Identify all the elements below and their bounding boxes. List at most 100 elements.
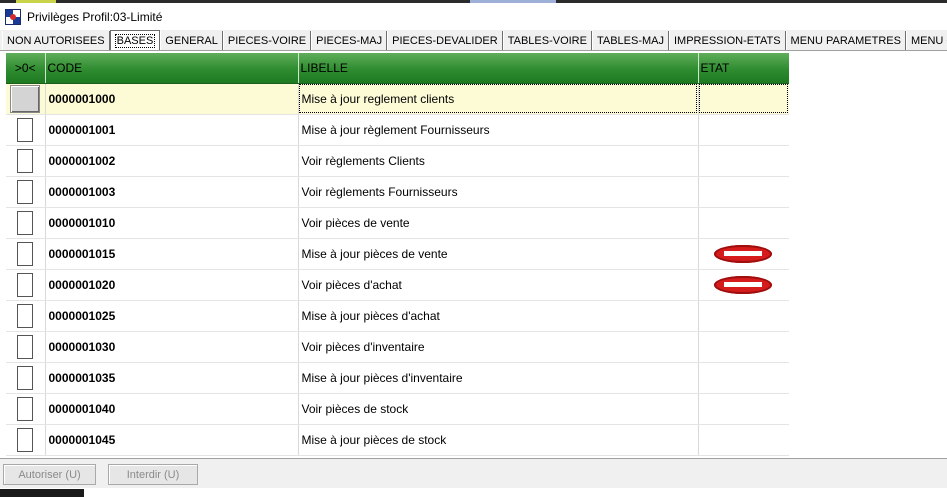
row-checkbox[interactable] [17, 303, 34, 328]
column-header-libelle[interactable]: LIBELLE [298, 53, 699, 84]
tab-label: IMPRESSION-ETATS [674, 34, 781, 47]
row-checkbox[interactable] [17, 210, 34, 235]
row-select-cell[interactable] [6, 176, 46, 208]
tab-label: MENU OUTILS [910, 34, 947, 47]
no-entry-icon [713, 275, 772, 294]
row-select-cell[interactable] [6, 238, 46, 270]
table-row[interactable]: 0000001030 Voir pièces d'inventaire [6, 331, 790, 363]
row-checkbox[interactable] [17, 272, 34, 297]
row-checkbox[interactable] [17, 334, 34, 359]
row-select-cell[interactable] [6, 424, 46, 456]
etat-cell[interactable] [698, 83, 790, 115]
row-select-cell[interactable] [6, 300, 46, 332]
row-select-cell[interactable] [6, 83, 46, 115]
libelle-cell[interactable]: Voir pièces d'inventaire [298, 331, 699, 363]
tab-menu-outils[interactable]: MENU OUTILS [905, 31, 947, 50]
tab-menu-parametres[interactable]: MENU PARAMETRES [785, 31, 906, 50]
table-row[interactable]: 0000001010 Voir pièces de vente [6, 207, 790, 239]
libelle-cell[interactable]: Voir pièces de vente [298, 207, 699, 239]
row-checkbox[interactable] [17, 148, 34, 173]
code-cell[interactable]: 0000001025 [45, 300, 299, 332]
libelle-cell[interactable]: Voir pièces d'achat [298, 269, 699, 301]
table-row[interactable]: 0000001000 Mise à jour reglement clients [6, 83, 790, 115]
libelle-cell[interactable]: Voir règlements Clients [298, 145, 699, 177]
tab-non-autorisees[interactable]: NON AUTORISEES [2, 31, 110, 50]
tab-pieces-devalider[interactable]: PIECES-DEVALIDER [387, 31, 503, 50]
row-select-cell[interactable] [6, 331, 46, 363]
tab-tables-maj[interactable]: TABLES-MAJ [591, 31, 669, 50]
code-cell[interactable]: 0000001035 [45, 362, 299, 394]
tab-pieces-voire[interactable]: PIECES-VOIRE [222, 31, 312, 50]
etat-cell[interactable] [698, 393, 790, 425]
code-cell[interactable]: 0000001040 [45, 393, 299, 425]
etat-cell[interactable] [698, 331, 790, 363]
table-row[interactable]: 0000001040 Voir pièces de stock [6, 393, 790, 425]
column-header-code[interactable]: CODE [45, 53, 299, 84]
row-select-cell[interactable] [6, 145, 46, 177]
libelle-cell[interactable]: Mise à jour règlement Fournisseurs [298, 114, 699, 146]
table-row[interactable]: 0000001003 Voir règlements Fournisseurs [6, 176, 790, 208]
etat-cell[interactable] [698, 145, 790, 177]
row-checkbox[interactable] [17, 396, 34, 421]
row-checkbox[interactable] [17, 241, 34, 266]
table-row[interactable]: 0000001015 Mise à jour pièces de vente [6, 238, 790, 270]
bottom-strip-dark [0, 489, 84, 497]
row-checkbox[interactable] [17, 117, 34, 142]
tab-tables-voire[interactable]: TABLES-VOIRE [502, 31, 592, 50]
tab-label: PIECES-MAJ [316, 34, 383, 47]
row-checkbox[interactable] [17, 427, 34, 452]
tab-pieces-maj[interactable]: PIECES-MAJ [311, 31, 388, 50]
row-select-cell[interactable] [6, 362, 46, 394]
code-cell[interactable]: 0000001003 [45, 176, 299, 208]
tab-label: TABLES-MAJ [596, 34, 664, 47]
code-cell[interactable]: 0000001045 [45, 424, 299, 456]
table-row[interactable]: 0000001001 Mise à jour règlement Fourniss… [6, 114, 790, 146]
libelle-cell[interactable]: Voir pièces de stock [298, 393, 699, 425]
tab-label: PIECES-VOIRE [227, 34, 307, 47]
code-cell[interactable]: 0000001030 [45, 331, 299, 363]
tab-bases[interactable]: BASES [109, 30, 161, 50]
forbid-button[interactable]: Interdir (U) [108, 464, 198, 485]
code-cell[interactable]: 0000001010 [45, 207, 299, 239]
code-cell[interactable]: 0000001001 [45, 114, 299, 146]
table-row[interactable]: 0000001045 Mise à jour pièces de stock [6, 424, 790, 456]
tab-general[interactable]: GENERAL [160, 31, 223, 50]
table-row[interactable]: 0000001025 Mise à jour pièces d'achat [6, 300, 790, 332]
row-select-cell[interactable] [6, 207, 46, 239]
code-cell[interactable]: 0000001002 [45, 145, 299, 177]
tab-label: GENERAL [165, 34, 218, 47]
column-header-etat[interactable]: ETAT [698, 53, 790, 84]
etat-cell[interactable] [698, 238, 790, 270]
row-select-cell[interactable] [6, 393, 46, 425]
authorize-button[interactable]: Autoriser (U) [3, 464, 96, 485]
tab-impression-etats[interactable]: IMPRESSION-ETATS [669, 31, 786, 50]
etat-cell[interactable] [698, 300, 790, 332]
table-row[interactable]: 0000001002 Voir règlements Clients [6, 145, 790, 177]
table-row[interactable]: 0000001035 Mise à jour pièces d'inventair… [6, 362, 790, 394]
etat-cell[interactable] [698, 269, 790, 301]
code-cell[interactable]: 0000001015 [45, 238, 299, 270]
row-checkbox[interactable] [17, 179, 34, 204]
row-checkbox[interactable] [17, 365, 34, 390]
etat-cell[interactable] [698, 114, 790, 146]
table-row[interactable]: 0000001020 Voir pièces d'achat [6, 269, 790, 301]
row-select-cell[interactable] [6, 269, 46, 301]
libelle-cell[interactable]: Mise à jour pièces d'inventaire [298, 362, 699, 394]
libelle-cell[interactable]: Mise à jour reglement clients [298, 83, 699, 115]
column-header-select[interactable]: >0< [6, 53, 46, 84]
code-cell[interactable]: 0000001000 [45, 83, 299, 115]
libelle-cell[interactable]: Mise à jour pièces de vente [298, 238, 699, 270]
privileges-grid: >0< CODE LIBELLE ETAT 0000001000 Mise à j… [6, 53, 790, 456]
libelle-cell[interactable]: Mise à jour pièces de stock [298, 424, 699, 456]
etat-cell[interactable] [698, 362, 790, 394]
row-checkbox[interactable] [10, 84, 41, 113]
row-select-cell[interactable] [6, 114, 46, 146]
libelle-cell[interactable]: Voir règlements Fournisseurs [298, 176, 699, 208]
tab-label: PIECES-DEVALIDER [392, 34, 498, 47]
code-cell[interactable]: 0000001020 [45, 269, 299, 301]
etat-cell[interactable] [698, 207, 790, 239]
libelle-cell[interactable]: Mise à jour pièces d'achat [298, 300, 699, 332]
no-entry-icon [713, 244, 772, 263]
etat-cell[interactable] [698, 176, 790, 208]
etat-cell[interactable] [698, 424, 790, 456]
